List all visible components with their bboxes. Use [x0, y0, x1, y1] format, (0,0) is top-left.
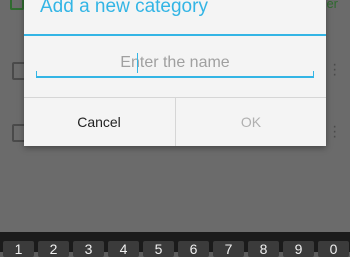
title-divider — [24, 34, 326, 36]
text-caret — [137, 53, 138, 73]
key-3[interactable]: 3 — [73, 241, 104, 257]
more-vertical-icon: · · · — [332, 56, 338, 83]
add-category-dialog: Add a new category Cancel OK — [24, 0, 326, 146]
key-6[interactable]: 6 — [178, 241, 209, 257]
key-8[interactable]: 8 — [248, 241, 279, 257]
key-4[interactable]: 4 — [108, 241, 139, 257]
soft-keyboard: 1 2 3 4 5 6 7 8 9 0 — [0, 232, 350, 257]
background-label: er — [326, 0, 338, 11]
cancel-button[interactable]: Cancel — [24, 98, 174, 146]
category-name-input[interactable] — [36, 50, 314, 76]
key-2[interactable]: 2 — [38, 241, 69, 257]
file-icon — [10, 0, 24, 10]
dialog-title: Add a new category — [40, 0, 208, 17]
key-7[interactable]: 7 — [213, 241, 244, 257]
ok-button[interactable]: OK — [176, 98, 326, 146]
key-0[interactable]: 0 — [318, 241, 349, 257]
key-9[interactable]: 9 — [283, 241, 314, 257]
input-underline — [36, 71, 314, 78]
key-5[interactable]: 5 — [143, 241, 174, 257]
more-vertical-icon: · · · — [332, 118, 338, 145]
key-1[interactable]: 1 — [3, 241, 34, 257]
